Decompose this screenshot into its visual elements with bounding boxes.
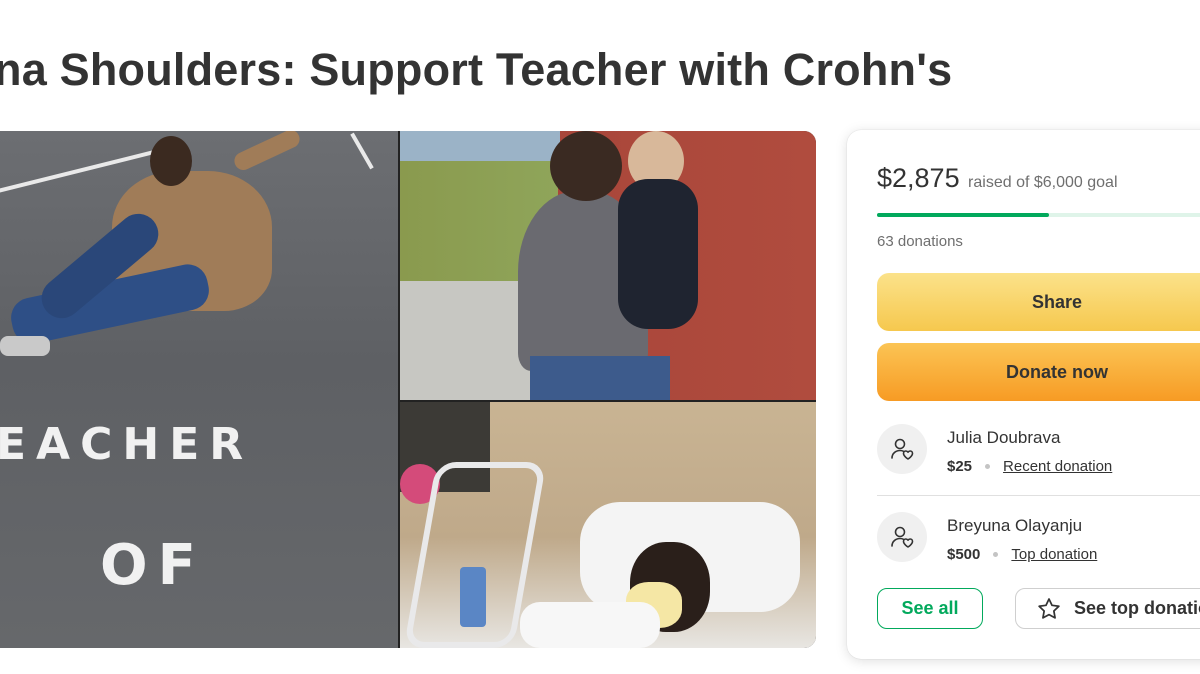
- user-heart-icon: [877, 512, 927, 562]
- donate-now-button[interactable]: Donate now: [877, 343, 1200, 401]
- donation-count: 63 donations: [877, 233, 963, 250]
- photo-teacher-with-student: [400, 131, 816, 400]
- separator-dot: [985, 464, 991, 469]
- share-button[interactable]: Share: [877, 273, 1200, 331]
- progress-bar-fill: [877, 213, 1050, 217]
- see-top-donations-label: See top donations: [1074, 598, 1200, 618]
- campaign-title: na Shoulders: Support Teacher with Crohn…: [0, 44, 953, 95]
- progress-bar: [877, 213, 1200, 217]
- photo-teacher-in-hospital: [400, 402, 816, 648]
- donor-amount: $25: [947, 458, 973, 475]
- raised-amount: $2,875: [877, 163, 960, 193]
- see-all-button[interactable]: See all: [877, 588, 983, 629]
- painted-word-teacher: EACHER: [0, 419, 254, 470]
- donor-name: Julia Doubrava: [947, 428, 1061, 447]
- donor-item: Julia Doubrava $25 Recent donation: [877, 422, 1200, 482]
- separator-dot: [993, 552, 999, 557]
- donor-meta: $500 Top donation: [947, 546, 1097, 563]
- raised-summary: $2,875 raised of $6,000 goal: [877, 163, 1118, 194]
- donor-divider: [877, 495, 1200, 496]
- photo-teacher-on-pavement: EACHER OF: [0, 131, 398, 648]
- donor-amount: $500: [947, 546, 981, 563]
- donation-card: $2,875 raised of $6,000 goal 63 donation…: [847, 130, 1200, 659]
- goal-text: raised of $6,000 goal: [968, 174, 1118, 191]
- see-top-donations-button[interactable]: See top donations: [1015, 588, 1200, 629]
- donor-name: Breyuna Olayanju: [947, 516, 1083, 535]
- painted-word-of: OF: [100, 533, 206, 598]
- star-icon: [1036, 596, 1062, 622]
- donor-item: Breyuna Olayanju $500 Top donation: [877, 510, 1200, 570]
- top-donation-link[interactable]: Top donation: [1011, 546, 1097, 563]
- user-heart-icon: [877, 424, 927, 474]
- donor-meta: $25 Recent donation: [947, 458, 1112, 475]
- campaign-photo-collage[interactable]: EACHER OF: [0, 131, 816, 648]
- recent-donation-link[interactable]: Recent donation: [1003, 458, 1112, 475]
